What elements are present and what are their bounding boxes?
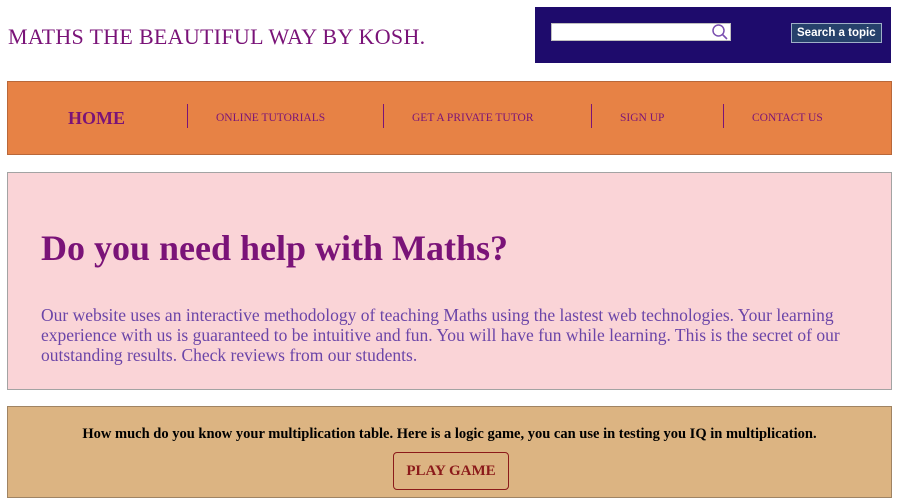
search-input[interactable] <box>552 24 730 40</box>
game-description: How much do you know your multiplication… <box>82 426 817 442</box>
nav-item-home[interactable]: HOME <box>68 82 125 154</box>
search-panel: Search a topic <box>535 7 891 63</box>
hero-title: Do you need help with Maths? <box>41 228 509 268</box>
site-title: MATHS THE BEAUTIFUL WAY BY KOSH. <box>8 24 426 49</box>
nav-item-sign-up[interactable]: SIGN UP <box>620 82 664 154</box>
hero-section: Do you need help with Maths? Our website… <box>7 172 892 390</box>
nav-separator <box>187 104 188 128</box>
search-topic-button[interactable]: Search a topic <box>791 23 882 43</box>
hero-description: Our website uses an interactive methodol… <box>41 305 840 365</box>
search-icon[interactable] <box>711 23 729 41</box>
play-game-button[interactable]: PLAY GAME <box>393 452 509 490</box>
nav-separator <box>723 104 724 128</box>
search-field[interactable] <box>551 23 731 41</box>
nav-item-private-tutor[interactable]: GET A PRIVATE TUTOR <box>412 82 534 154</box>
game-section: How much do you know your multiplication… <box>7 406 892 498</box>
nav-separator <box>591 104 592 128</box>
nav-separator <box>383 104 384 128</box>
nav-item-online-tutorials[interactable]: ONLINE TUTORIALS <box>216 82 325 154</box>
nav-item-contact-us[interactable]: CONTACT US <box>752 82 823 154</box>
main-navigation: HOME ONLINE TUTORIALS GET A PRIVATE TUTO… <box>7 81 892 155</box>
